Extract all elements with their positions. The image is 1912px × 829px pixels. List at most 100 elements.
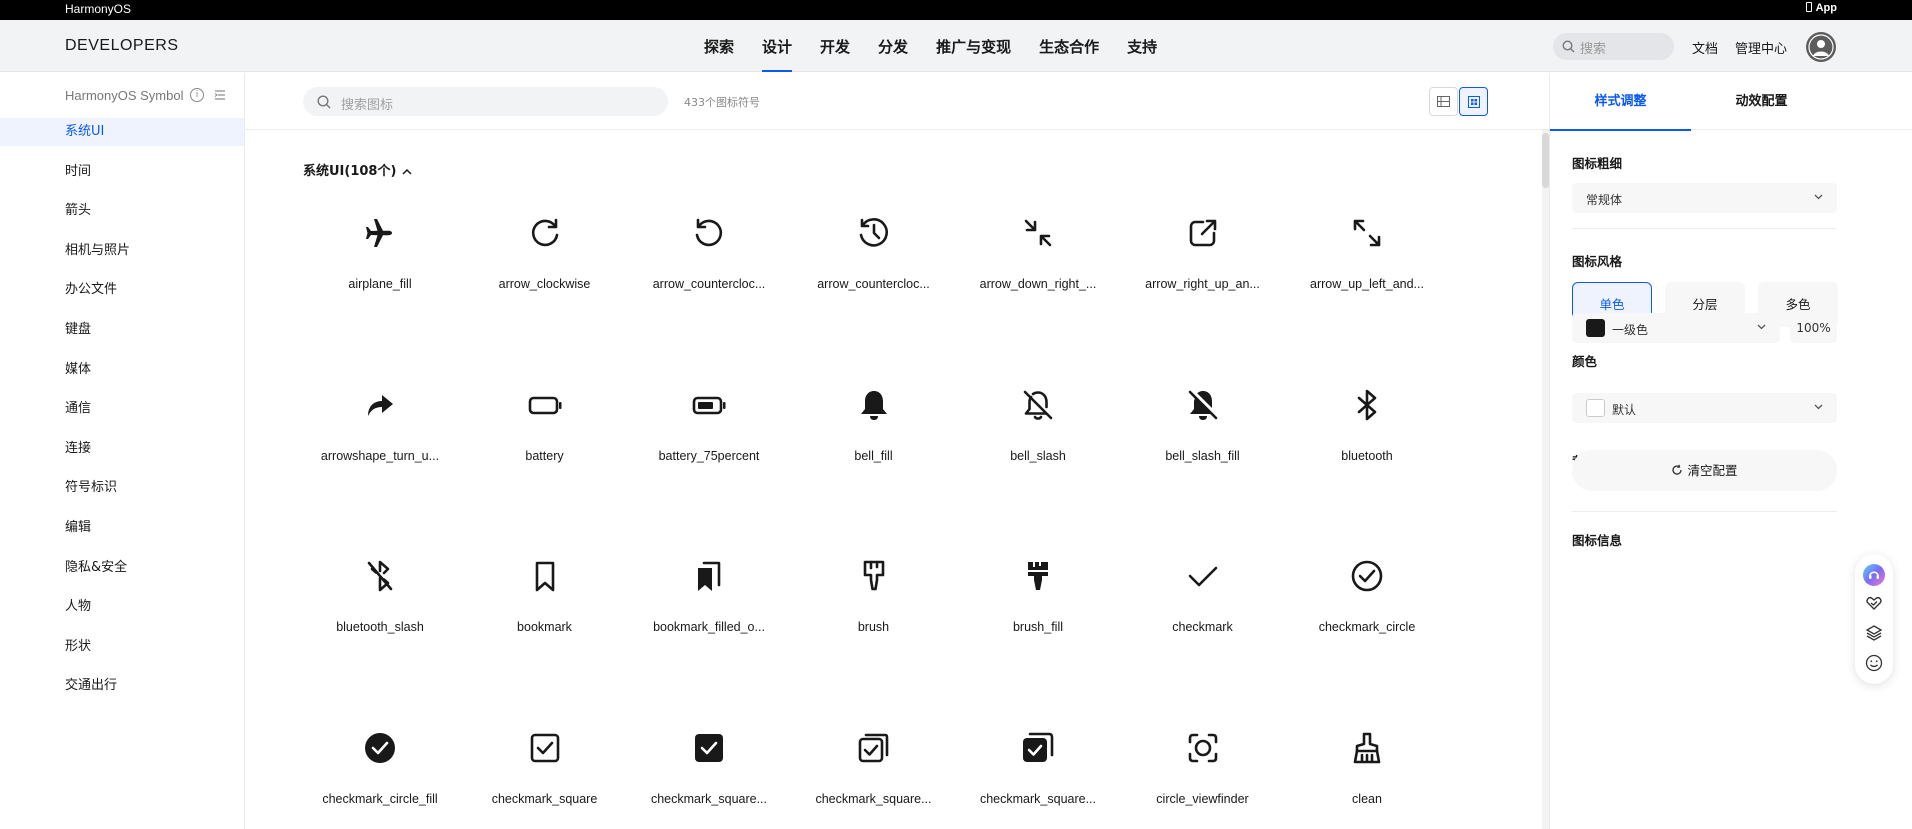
category-header[interactable]: 系统UI(108个)	[303, 160, 412, 179]
icon-card[interactable]: checkmark_square	[463, 710, 627, 829]
admin-center-link[interactable]: 管理中心	[1735, 38, 1787, 57]
collapse-sidebar-icon[interactable]	[214, 89, 226, 101]
sidebar-item-office-files[interactable]: 办公文件	[0, 276, 244, 316]
icon-card[interactable]: bell_fill	[792, 367, 956, 517]
sidebar-item-communication[interactable]: 通信	[0, 395, 244, 435]
icon-card[interactable]: brush	[792, 538, 956, 688]
docs-link[interactable]: 文档	[1692, 38, 1718, 57]
sidebar-item-media[interactable]: 媒体	[0, 356, 244, 396]
arrowshape-turn-icon	[368, 394, 393, 416]
icon-card[interactable]: airplane_fill	[298, 195, 462, 345]
icon-search-placeholder: 搜索图标	[341, 98, 394, 113]
sidebar-item-people[interactable]: 人物	[0, 593, 244, 633]
sidebar-item-system-ui[interactable]: 系统UI	[0, 118, 244, 146]
icon-label: battery	[525, 448, 564, 463]
icon-card[interactable]: checkmark	[1121, 538, 1285, 688]
icon-card[interactable]: checkmark_circle	[1285, 538, 1449, 688]
layers-icon[interactable]	[1865, 624, 1883, 642]
icon-card[interactable]: battery_75percent	[627, 367, 791, 517]
scrollbar-thumb[interactable]	[1542, 133, 1549, 188]
nav-promote[interactable]: 推广与变现	[922, 20, 1025, 72]
icon-card[interactable]: arrow_up_left_and...	[1285, 195, 1449, 345]
checkmark-square-icon	[530, 733, 559, 762]
bluetooth-icon	[1357, 389, 1377, 420]
grid-view-button[interactable]	[1459, 87, 1488, 116]
icon-card[interactable]: arrow_right_up_an...	[1121, 195, 1285, 345]
icon-label: checkmark	[1172, 620, 1233, 634]
icon-card[interactable]: brush_fill	[956, 538, 1120, 688]
gallery-scrollbar[interactable]	[1542, 130, 1549, 829]
icon-label: arrowshape_turn_u...	[320, 448, 440, 463]
icon-card[interactable]: arrow_clockwise	[463, 195, 627, 345]
icon-card[interactable]: battery	[463, 367, 627, 517]
sidebar-item-keyboard[interactable]: 键盘	[0, 316, 244, 356]
weight-value: 常规体	[1586, 193, 1623, 207]
nav-design[interactable]: 设计	[748, 20, 806, 72]
nav-develop[interactable]: 开发	[806, 20, 864, 72]
nav-explore[interactable]: 探索	[690, 20, 748, 72]
icon-card[interactable]: checkmark_square...	[627, 710, 791, 829]
sidebar-item-shapes[interactable]: 形状	[0, 633, 244, 673]
sidebar-item-privacy-security[interactable]: 隐私&安全	[0, 554, 244, 594]
icon-card[interactable]: arrow_countercloc...	[792, 195, 956, 345]
icon-card[interactable]: checkmark_square...	[956, 710, 1120, 829]
app-label: App	[1815, 2, 1837, 14]
tab-style[interactable]: 样式调整	[1550, 73, 1691, 131]
icon-card[interactable]: bookmark	[463, 538, 627, 688]
icon-label: checkmark_square	[491, 791, 598, 806]
icon-card[interactable]: bookmark_filled_o...	[627, 538, 791, 688]
sidebar-item-camera-photos[interactable]: 相机与照片	[0, 237, 244, 277]
smiley-feedback-icon[interactable]	[1865, 654, 1883, 672]
icon-label: brush_fill	[1012, 620, 1064, 634]
icon-label: checkmark_square...	[979, 791, 1097, 806]
sidebar-item-arrows[interactable]: 箭头	[0, 197, 244, 237]
icon-label: brush	[857, 620, 890, 634]
icon-label: checkmark_square...	[815, 791, 932, 806]
icon-card[interactable]: clean	[1285, 710, 1449, 829]
clear-config-button[interactable]: 清空配置	[1572, 450, 1837, 491]
harmonyos-brand[interactable]: HarmonyOS	[65, 2, 131, 16]
icon-card[interactable]: circle_viewfinder	[1121, 710, 1285, 829]
opacity-field[interactable]: 100%	[1790, 313, 1837, 343]
weight-select[interactable]: 常规体	[1572, 183, 1837, 213]
icon-label: arrow_countercloc...	[817, 277, 930, 291]
icon-card[interactable]: bell_slash_fill	[1121, 367, 1285, 517]
app-download-link[interactable]: App	[1805, 2, 1837, 14]
nav-ecosystem[interactable]: 生态合作	[1025, 20, 1113, 72]
color-select[interactable]: 一级色	[1572, 313, 1780, 343]
chevron-down-icon	[1757, 324, 1766, 330]
favorite-heart-icon[interactable]	[1865, 594, 1883, 612]
search-icon	[317, 95, 331, 109]
sidebar-item-connection[interactable]: 连接	[0, 435, 244, 475]
phone-icon	[1805, 2, 1812, 12]
icon-card[interactable]: bluetooth	[1285, 367, 1449, 517]
list-view-button[interactable]	[1429, 87, 1458, 116]
icon-card[interactable]: arrowshape_turn_u...	[298, 367, 462, 517]
sidebar-item-time[interactable]: 时间	[0, 158, 244, 198]
sidebar-item-symbols[interactable]: 符号标识	[0, 474, 244, 514]
sidebar-item-transportation[interactable]: 交通出行	[0, 672, 244, 712]
icon-card[interactable]: checkmark_circle_fill	[298, 710, 462, 829]
nav-distribute[interactable]: 分发	[864, 20, 922, 72]
icon-search-input[interactable]: 搜索图标	[303, 87, 668, 116]
icon-card[interactable]: bluetooth_slash	[298, 538, 462, 688]
icon-card[interactable]: arrow_countercloc...	[627, 195, 791, 345]
sidebar-item-edit[interactable]: 编辑	[0, 514, 244, 554]
background-select[interactable]: 默认	[1572, 393, 1837, 423]
icon-card[interactable]: arrow_down_right_...	[956, 195, 1120, 345]
clean-icon	[1353, 732, 1381, 763]
bookmark-stack-icon	[698, 561, 721, 591]
site-search-input[interactable]: 搜索	[1553, 33, 1674, 60]
chevron-up-icon	[402, 168, 412, 175]
background-value: 默认	[1612, 403, 1637, 417]
icon-card[interactable]: checkmark_square...	[792, 710, 956, 829]
checkmark-circle-icon	[1351, 560, 1383, 592]
user-avatar[interactable]	[1806, 32, 1836, 62]
tab-animation[interactable]: 动效配置	[1691, 73, 1832, 130]
info-icon[interactable]: i	[190, 88, 204, 102]
site-search-placeholder: 搜索	[1580, 42, 1607, 57]
icon-card[interactable]: bell_slash	[956, 367, 1120, 517]
assistant-icon[interactable]	[1862, 563, 1886, 587]
developers-logo[interactable]: DEVELOPERS	[65, 37, 178, 55]
nav-support[interactable]: 支持	[1113, 20, 1171, 72]
